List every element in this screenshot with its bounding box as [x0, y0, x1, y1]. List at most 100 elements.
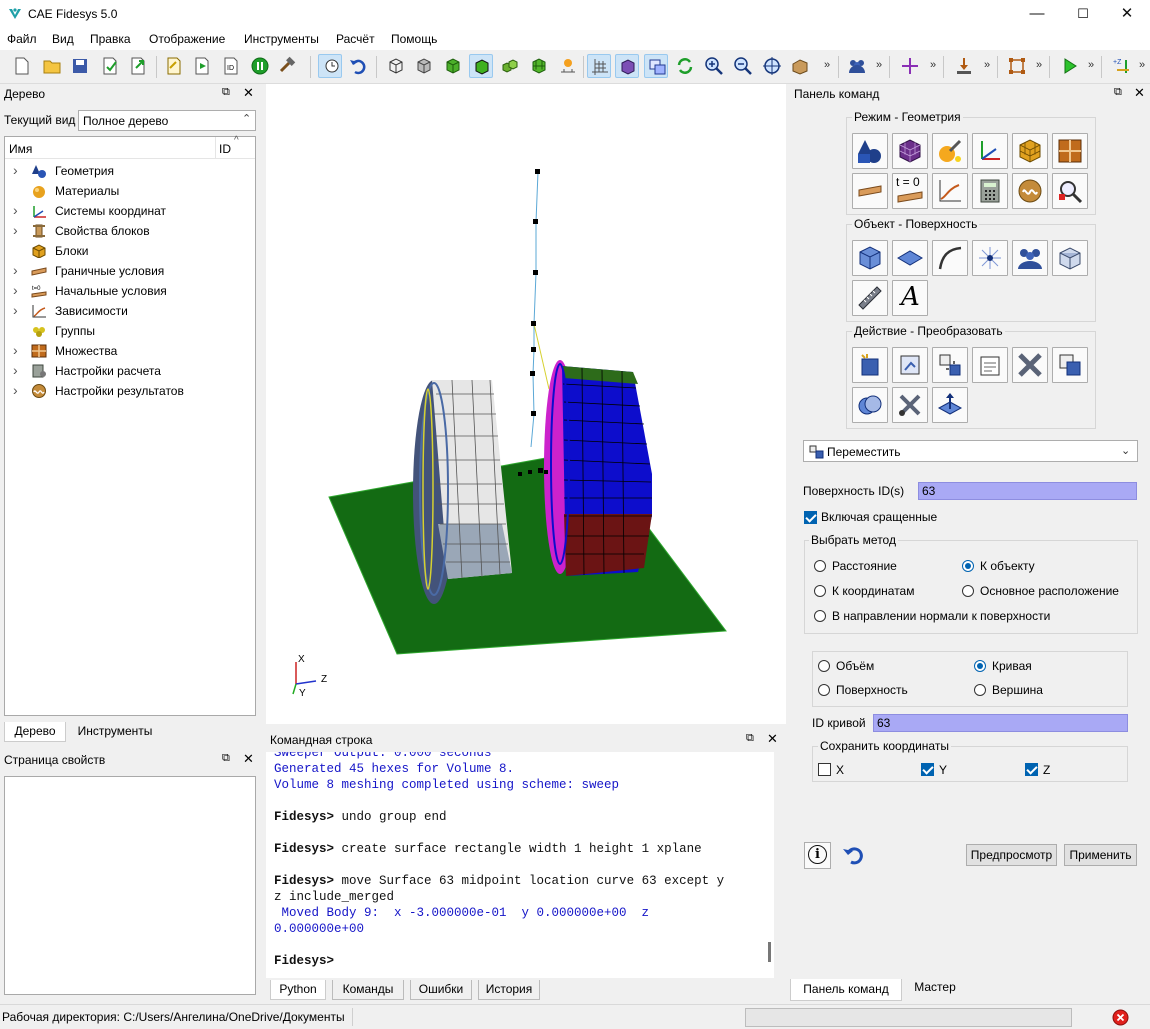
tab-command-panel[interactable]: Панель команд — [790, 979, 902, 1001]
mode-blocks-button[interactable] — [1012, 133, 1048, 169]
toolbar-more-7[interactable]: » — [1139, 59, 1145, 71]
bounding-box-button[interactable] — [1005, 54, 1029, 78]
object-body-button[interactable] — [1052, 240, 1088, 276]
close-icon[interactable]: ✕ — [243, 751, 254, 767]
mode-calculator-button[interactable] — [972, 173, 1008, 209]
toolbar-more-1[interactable]: » — [824, 59, 830, 71]
zoom-out-button[interactable] — [731, 54, 755, 78]
selection-mode-button[interactable] — [318, 54, 342, 78]
action-boolean-button[interactable] — [852, 387, 888, 423]
properties-view[interactable] — [4, 776, 256, 995]
crosshair-button[interactable] — [898, 54, 922, 78]
hidden-line-button[interactable] — [412, 54, 436, 78]
apply-button[interactable]: Применить — [1064, 844, 1137, 866]
fit-view-button[interactable] — [760, 54, 784, 78]
menu-tools[interactable]: Инструменты — [244, 32, 319, 46]
zoom-in-button[interactable] — [702, 54, 726, 78]
new-file-button[interactable] — [10, 54, 34, 78]
chevron-right-icon[interactable]: › — [13, 281, 23, 299]
mode-results-button[interactable] — [1012, 173, 1048, 209]
action-move-button[interactable] — [932, 387, 968, 423]
action-transform-button[interactable] — [932, 347, 968, 383]
close-button[interactable]: ✕ — [1104, 0, 1150, 28]
object-surface-button[interactable] — [892, 240, 928, 276]
info-button[interactable]: i — [804, 842, 831, 869]
object-curve-button[interactable] — [932, 240, 968, 276]
preview-button[interactable]: Предпросмотр — [966, 844, 1057, 866]
tab-history[interactable]: История — [478, 980, 540, 1000]
grid-axes-button[interactable] — [587, 54, 611, 78]
menu-file[interactable]: Файл — [7, 32, 37, 46]
wireframe-cube-button[interactable] — [384, 54, 408, 78]
object-volume-button[interactable] — [852, 240, 888, 276]
cube-purple-button[interactable] — [615, 54, 639, 78]
close-icon[interactable]: ✕ — [1134, 85, 1145, 101]
undo-button[interactable] — [346, 54, 370, 78]
chevron-right-icon[interactable]: › — [13, 221, 23, 239]
include-merged-checkbox[interactable] — [804, 511, 817, 524]
action-delete-button[interactable] — [1012, 347, 1048, 383]
mode-mesh-button[interactable] — [892, 133, 928, 169]
pause-button[interactable] — [248, 54, 272, 78]
close-icon[interactable]: ✕ — [767, 731, 778, 747]
brick-button[interactable] — [788, 54, 812, 78]
chevron-right-icon[interactable]: › — [13, 161, 23, 179]
mesh-view-button[interactable] — [527, 54, 551, 78]
id-doc-button[interactable]: ID — [219, 54, 243, 78]
mode-coords-button[interactable] — [972, 133, 1008, 169]
load-button[interactable] — [952, 54, 976, 78]
run-script-button[interactable] — [190, 54, 214, 78]
toolbar-more-4[interactable]: » — [984, 59, 990, 71]
menu-edit[interactable]: Правка — [90, 32, 131, 46]
export-button[interactable] — [126, 54, 150, 78]
shaded-button[interactable] — [441, 54, 465, 78]
surface-ids-input[interactable]: 63 — [918, 482, 1137, 500]
toolbar-more-3[interactable]: » — [930, 59, 936, 71]
object-groups-button[interactable] — [1012, 240, 1048, 276]
open-file-button[interactable] — [40, 54, 64, 78]
col-name-header[interactable]: Имя — [9, 142, 32, 156]
keep-y-checkbox[interactable] — [921, 763, 934, 776]
curve-id-input[interactable]: 63 — [873, 714, 1128, 732]
import-button[interactable] — [98, 54, 122, 78]
menu-help[interactable]: Помощь — [391, 32, 437, 46]
save-button[interactable] — [68, 54, 92, 78]
action-properties-button[interactable] — [972, 347, 1008, 383]
mode-material-button[interactable] — [932, 133, 968, 169]
graphics-viewport[interactable]: X Z Y — [266, 84, 786, 724]
action-modify-button[interactable] — [892, 347, 928, 383]
mode-dependency-button[interactable] — [932, 173, 968, 209]
reset-icon[interactable] — [842, 844, 866, 866]
toolbar-more-2[interactable]: » — [876, 59, 882, 71]
chevron-right-icon[interactable]: › — [13, 341, 23, 359]
tab-errors[interactable]: Ошибки — [410, 980, 472, 1000]
lights-button[interactable] — [556, 54, 580, 78]
keep-x-checkbox[interactable] — [818, 763, 831, 776]
multi-body-button[interactable] — [498, 54, 522, 78]
keep-z-checkbox[interactable] — [1025, 763, 1038, 776]
tab-tools[interactable]: Инструменты — [70, 722, 160, 742]
tab-python[interactable]: Python — [270, 980, 326, 1000]
run-calculation-button[interactable] — [1058, 54, 1082, 78]
undock-icon[interactable]: ⧉ — [222, 752, 230, 765]
toolbar-more-6[interactable]: » — [1088, 59, 1094, 71]
tab-commands[interactable]: Команды — [332, 980, 404, 1000]
mode-initial-button[interactable]: t = 0 — [892, 173, 928, 209]
close-icon[interactable]: ✕ — [243, 85, 254, 101]
maximize-button[interactable]: ☐ — [1060, 0, 1106, 28]
menu-calculation[interactable]: Расчёт — [336, 32, 375, 46]
chevron-right-icon[interactable]: › — [13, 261, 23, 279]
chevron-right-icon[interactable]: › — [13, 301, 23, 319]
menu-display[interactable]: Отображение — [149, 32, 225, 46]
mode-bc-button[interactable] — [852, 173, 888, 209]
script-button[interactable] — [162, 54, 186, 78]
error-stop-icon[interactable] — [1112, 1009, 1129, 1026]
undock-icon[interactable]: ⧉ — [222, 86, 230, 99]
chevron-right-icon[interactable]: › — [13, 361, 23, 379]
object-label-button[interactable]: A — [892, 280, 928, 316]
object-vertex-button[interactable] — [972, 240, 1008, 276]
console-scrollbar[interactable] — [768, 942, 771, 962]
mode-geometry-button[interactable] — [852, 133, 888, 169]
hammer-button[interactable] — [276, 54, 300, 78]
window-view-button[interactable] — [644, 54, 668, 78]
